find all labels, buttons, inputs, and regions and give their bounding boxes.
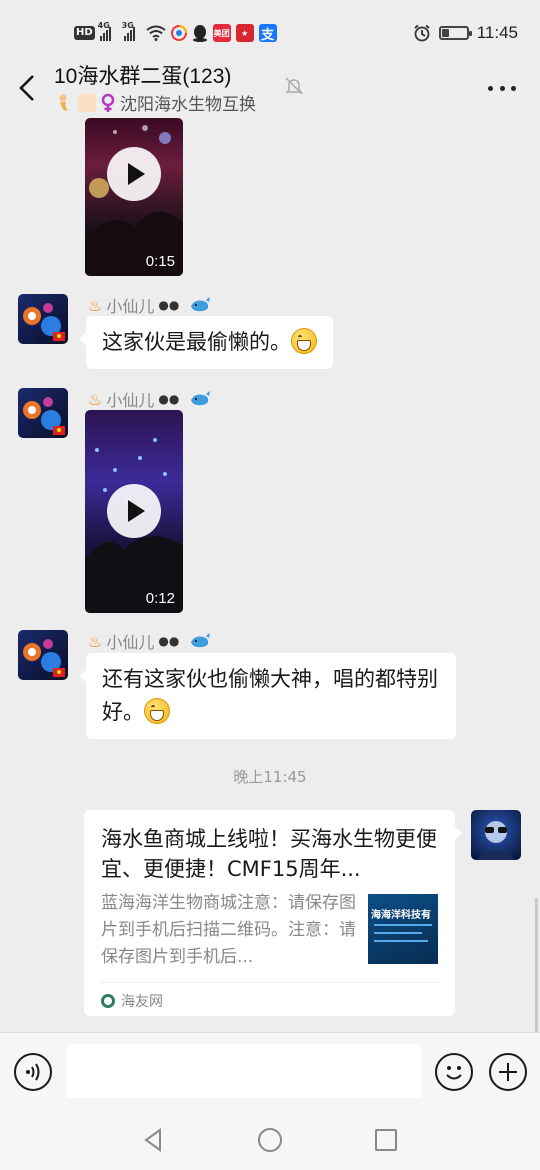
back-arrow-icon[interactable] bbox=[14, 72, 42, 104]
square-emoji-icon bbox=[78, 93, 96, 112]
grin-emoji-icon bbox=[144, 698, 170, 724]
status-right-icons: 11:45 bbox=[413, 22, 518, 44]
sender-name: 小仙儿 bbox=[106, 391, 155, 410]
message-bubble[interactable]: 这家伙是最偷懒的。 bbox=[79, 316, 333, 369]
group-subtitle: 沈阳海水生物互换 bbox=[54, 90, 256, 115]
video-message[interactable]: 0:12 bbox=[85, 410, 183, 613]
system-nav-bar bbox=[0, 1110, 540, 1170]
back-triangle-icon[interactable] bbox=[140, 1126, 168, 1154]
more-dots-icon[interactable] bbox=[488, 80, 516, 96]
3g-signal-icon: 3G bbox=[122, 21, 135, 41]
status-left-icons: HD 4G 3G 美团 ★ 支 bbox=[74, 21, 277, 44]
avatar[interactable] bbox=[18, 294, 68, 344]
plus-icon[interactable] bbox=[489, 1053, 527, 1091]
hd-icon: HD bbox=[74, 26, 95, 40]
whale-emoji-icon bbox=[191, 391, 211, 406]
qq-icon bbox=[192, 25, 207, 42]
sender-name: 小仙儿 bbox=[106, 633, 155, 652]
eyes-emoji-icon: ●● bbox=[158, 298, 180, 312]
signal-label: 4G bbox=[97, 21, 110, 30]
card-source: 海友网 bbox=[101, 982, 438, 1011]
haiyou-logo-icon bbox=[101, 994, 115, 1008]
sender-name-row: ♨ 小仙儿 ●● bbox=[88, 295, 211, 316]
message-input[interactable] bbox=[66, 1044, 422, 1098]
whale-emoji-icon bbox=[191, 297, 211, 312]
sports-app-icon: ★ bbox=[235, 24, 254, 42]
female-sign-icon bbox=[101, 93, 115, 112]
smiley-icon[interactable] bbox=[435, 1053, 473, 1091]
link-card[interactable]: 海水鱼商城上线啦！买海水生物更便宜、更便捷！CMF15周年... 蓝海海洋生物商… bbox=[84, 810, 462, 1016]
thumbnail-text: 海海洋科技有 bbox=[371, 910, 431, 921]
card-source-name: 海友网 bbox=[121, 994, 163, 1010]
input-bar bbox=[0, 1032, 540, 1110]
signal-label: 3G bbox=[121, 21, 134, 30]
video-message[interactable]: 0:15 bbox=[85, 118, 183, 276]
4g-signal-icon: 4G bbox=[98, 21, 111, 41]
sender-name-row: ♨ 小仙儿 ●● bbox=[88, 631, 211, 652]
grin-emoji-icon bbox=[291, 328, 317, 354]
clock: 11:45 bbox=[476, 23, 518, 42]
my-avatar[interactable] bbox=[471, 810, 521, 860]
fire-emoji-icon: ♨ bbox=[88, 389, 103, 409]
whale-emoji-icon bbox=[191, 633, 211, 648]
chat-header: 10海水群二蛋(123) 沈阳海水生物互换 bbox=[0, 60, 540, 118]
muted-bell-icon bbox=[285, 77, 303, 95]
fire-emoji-icon: ♨ bbox=[88, 631, 103, 651]
eyes-emoji-icon: ●● bbox=[158, 392, 180, 406]
card-description: 蓝海海洋生物商城注意：请保存图片到手机后扫描二维码。注意：请保存图片到手机后..… bbox=[101, 893, 356, 967]
sender-name: 小仙儿 bbox=[106, 297, 155, 316]
play-icon[interactable] bbox=[107, 147, 161, 201]
avatar[interactable] bbox=[18, 388, 68, 438]
card-title: 海水鱼商城上线啦！买海水生物更便宜、更便捷！CMF15周年... bbox=[101, 827, 437, 881]
page-title: 10海水群二蛋(123) bbox=[54, 65, 232, 88]
alarm-icon bbox=[414, 24, 430, 42]
message-bubble[interactable]: 还有这家伙也偷懒大神，唱的都特别好。 bbox=[79, 653, 456, 739]
recents-square-icon[interactable] bbox=[372, 1126, 400, 1154]
browser-icon bbox=[170, 25, 187, 41]
chat-area: 0:15 ♨ 小仙儿 ●● 这家伙是最偷懒的。 ♨ 小仙儿 ●● 0:12 ♨ bbox=[0, 118, 540, 1032]
voice-icon[interactable] bbox=[14, 1053, 52, 1091]
video-duration: 0:15 bbox=[145, 253, 175, 270]
wifi-icon bbox=[146, 25, 166, 41]
sender-name-row: ♨ 小仙儿 ●● bbox=[88, 389, 211, 410]
card-thumbnail: 海海洋科技有 bbox=[368, 894, 438, 964]
battery-icon bbox=[438, 26, 472, 40]
mermaid-emoji-icon bbox=[59, 94, 68, 111]
eyes-emoji-icon: ●● bbox=[158, 634, 180, 648]
timestamp: 晚上11:45 bbox=[233, 768, 307, 786]
video-duration: 0:12 bbox=[145, 590, 175, 607]
home-circle-icon[interactable] bbox=[256, 1126, 284, 1154]
alipay-icon: 支 bbox=[258, 24, 277, 43]
play-icon[interactable] bbox=[107, 484, 161, 538]
status-bar: HD 4G 3G 美团 ★ 支 11:45 bbox=[0, 0, 540, 64]
message-text: 这家伙是最偷懒的。 bbox=[102, 330, 291, 354]
avatar[interactable] bbox=[18, 630, 68, 680]
subtitle-text: 沈阳海水生物互换 bbox=[120, 95, 256, 115]
fire-emoji-icon: ♨ bbox=[88, 295, 103, 315]
meituan-icon: 美团 bbox=[212, 24, 231, 42]
scrollbar[interactable] bbox=[535, 898, 538, 1032]
